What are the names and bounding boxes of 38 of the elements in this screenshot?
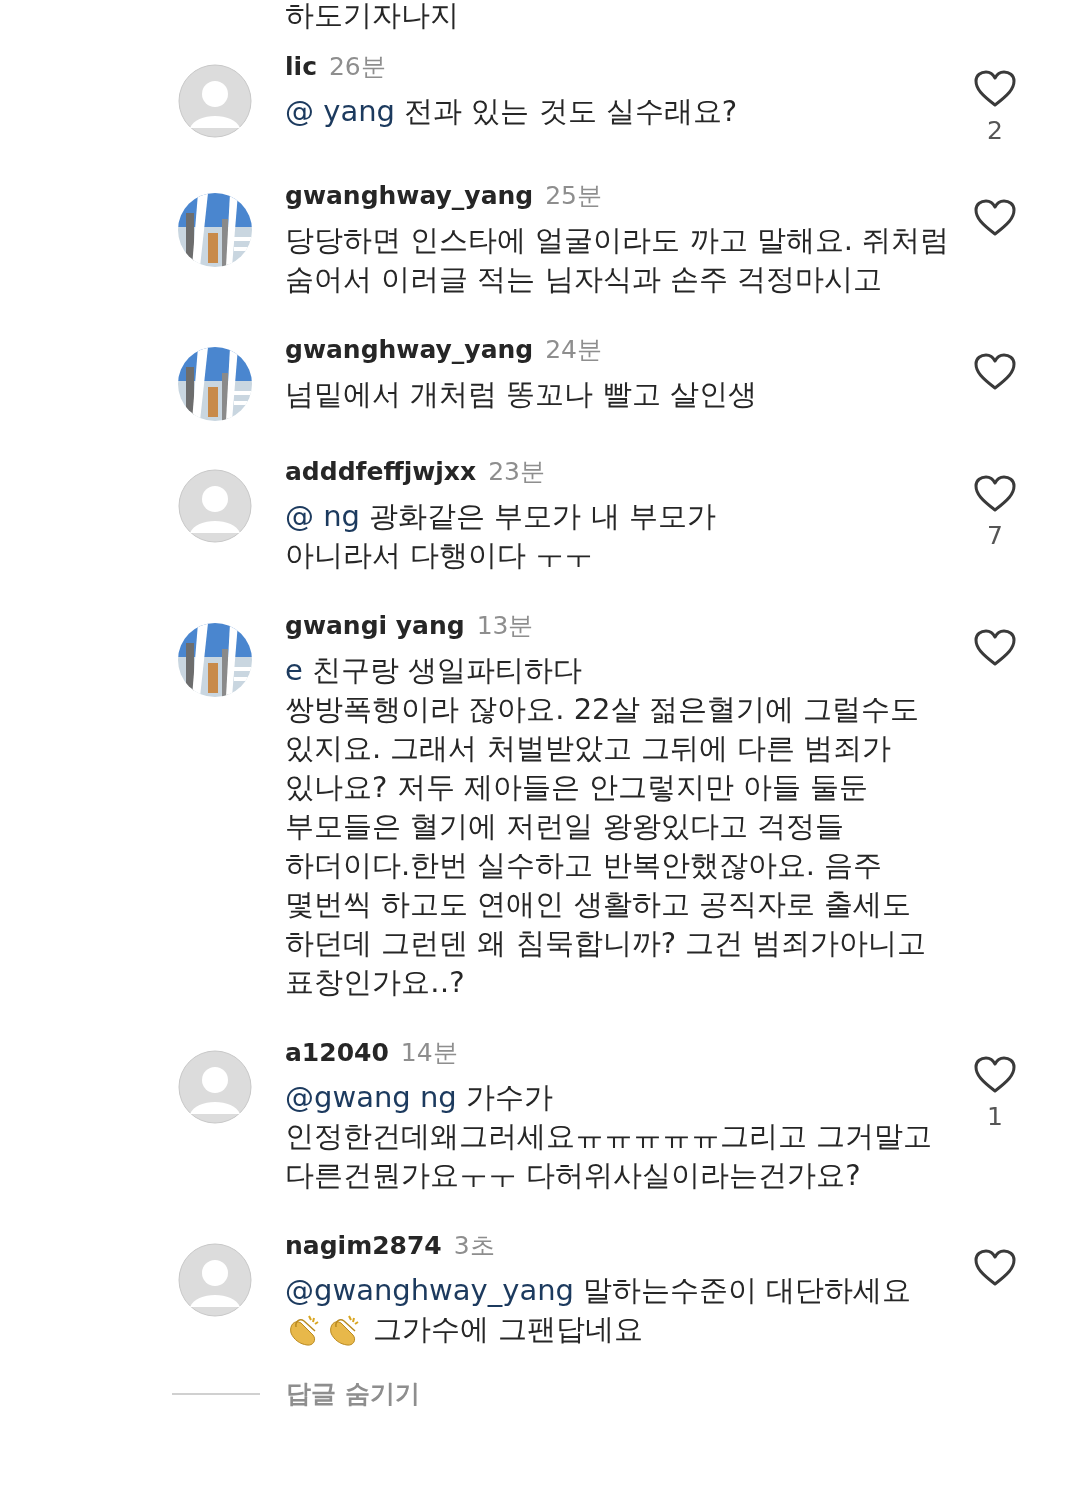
comment-time: 26분 [328, 52, 386, 82]
comment-text: 넘밑에서 개처럼 똥꼬나 빨고 살인생 [285, 376, 758, 413]
like-count: 7 [987, 521, 1003, 550]
username[interactable]: a12040 [285, 1038, 389, 1068]
username[interactable]: gwanghway_yang [285, 335, 534, 365]
comment-text: @ yang 전과 있는 것도 실수래요? [285, 93, 739, 130]
username[interactable]: adddfeffjwjxx [285, 457, 477, 487]
username[interactable]: gwangi yang [285, 611, 465, 641]
comment-text: @gwang ng 가수가 인정한건데왜그러세요ㅠㅠㅠㅠㅠ그리고 그거말고 다른건뭔가요ㅜㅜ 다허위사실이라는건가요? [285, 1079, 934, 1194]
username[interactable]: nagim2874 [285, 1231, 442, 1261]
heart-icon[interactable] [974, 475, 1016, 513]
heart-icon[interactable] [974, 629, 1016, 667]
comment-text: @ ng 광화같은 부모가 내 부모가 아니라서 다행이다 ㅜㅜ [285, 498, 717, 574]
comment-text: 하도기자나지 [284, 0, 460, 30]
mention-link[interactable]: @ yang [285, 94, 395, 128]
comment-text: e 친구랑 생일파티하다 쌍방폭행이라 잖아요. 22살 젊은혈기에 그럴수도 있지요. 그래서 처벌받았고 그뒤에 다른 범죄가 있나요? 저두 제아들은 안그렇지만 아들 둘둔 부모들은 혈기에 저런일 왕왕있다고 걱정들 하더이다.한번 실수하고 반복안했잖아요. 음주 몇번씩 하고도 연애인 생활하고 공직자로 출세도 하던데 그런덴 왜 침묵합니까? 그건 범죄가아니고 표창인가요‥? [285, 652, 928, 1001]
comment-time: 25분 [545, 181, 603, 211]
heart-icon[interactable] [974, 199, 1016, 237]
mention-link[interactable]: @gwang ng [285, 1080, 457, 1114]
username[interactable]: lic [285, 52, 317, 82]
comment-time: 3초 [453, 1231, 495, 1261]
comment-time: 23분 [488, 457, 545, 487]
username[interactable]: gwanghway_yang [285, 181, 534, 211]
comment-text: 그가수에 그팬답네요 [373, 1311, 644, 1348]
comment-time: 14분 [400, 1038, 458, 1068]
mention-link[interactable]: e [285, 653, 303, 687]
comment-text: 당당하면 인스타에 얼굴이라도 까고 말해요. 쥐처럼 숨어서 이러글 적는 님자식과 손주 걱정마시고 [285, 222, 950, 298]
like-count: 2 [987, 116, 1003, 145]
like-count: 1 [987, 1102, 1003, 1131]
heart-icon[interactable] [974, 353, 1016, 391]
heart-icon[interactable] [974, 1249, 1016, 1287]
mention-link[interactable]: @ ng [285, 499, 360, 533]
heart-icon[interactable] [974, 1056, 1016, 1094]
comment-time: 24분 [545, 335, 603, 365]
comment-text: @gwanghway_yang 말하는수준이 대단하세요 [285, 1272, 913, 1309]
comment-time: 13분 [476, 611, 534, 641]
mention-link[interactable]: @gwanghway_yang [285, 1273, 574, 1307]
heart-icon[interactable] [974, 70, 1016, 108]
